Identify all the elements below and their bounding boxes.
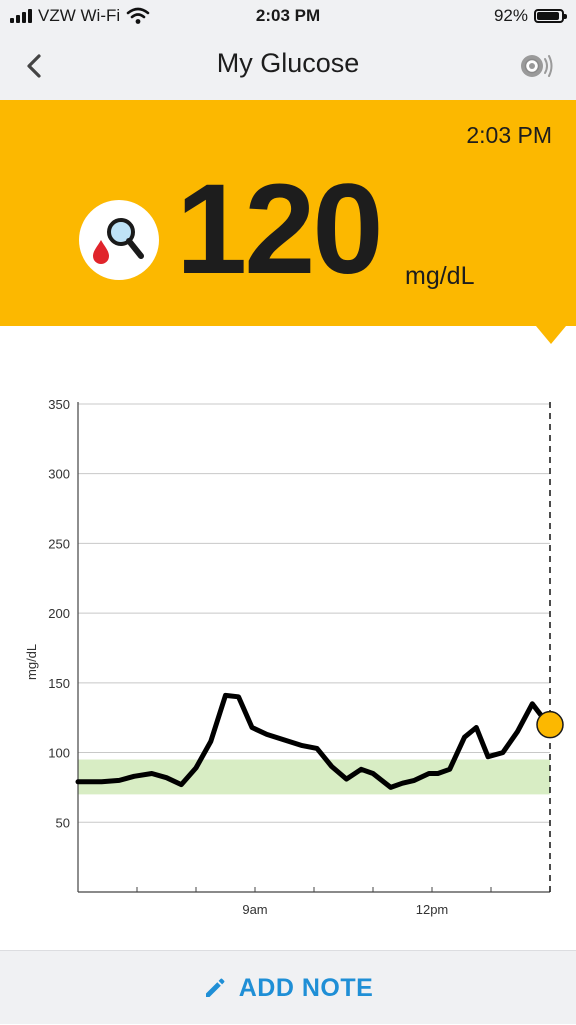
battery-icon <box>534 9 567 23</box>
sound-button[interactable] <box>518 48 554 84</box>
y-tick-label: 300 <box>48 467 70 482</box>
blood-drop-magnifier-icon <box>93 218 144 264</box>
y-tick-label: 250 <box>48 536 70 551</box>
y-tick-label: 150 <box>48 676 70 691</box>
bottom-bar: ADD NOTE <box>0 950 576 1024</box>
glucose-chart: 50 100 150 200 250 300 350 9am 12pm mg/dL <box>24 397 564 917</box>
x-tick-label: 9am <box>242 902 267 917</box>
battery-tip <box>564 14 567 19</box>
glucose-unit: mg/dL <box>405 262 475 290</box>
battery-fill <box>537 12 559 20</box>
y-axis-label: mg/dL <box>24 644 39 680</box>
current-reading-point <box>536 710 564 739</box>
target-range-band <box>78 759 550 795</box>
y-tick-label: 200 <box>48 606 70 621</box>
battery-percent: 92% <box>493 6 528 25</box>
page-title: My Glucose <box>216 48 360 78</box>
y-tick-label: 50 <box>56 815 70 830</box>
add-note-button[interactable]: ADD NOTE <box>0 951 576 1025</box>
y-tick-label: 100 <box>48 746 70 761</box>
status-bar: VZW Wi-Fi 2:03 PM 92% <box>0 0 576 34</box>
x-tick-label: 12pm <box>416 902 449 917</box>
add-note-label: ADD NOTE <box>238 973 374 1002</box>
status-time: 2:03 PM <box>255 6 321 25</box>
nav-bar: My Glucose <box>0 34 576 100</box>
speaker-sound-icon <box>521 55 553 77</box>
y-tick-label: 350 <box>48 397 70 412</box>
scan-badge <box>79 200 159 280</box>
status-right: 92% <box>493 6 567 26</box>
pencil-icon <box>205 978 225 997</box>
glucose-value: 120 <box>176 158 384 301</box>
banner-pointer <box>536 326 566 344</box>
reading-time: 2:03 PM <box>466 122 552 148</box>
